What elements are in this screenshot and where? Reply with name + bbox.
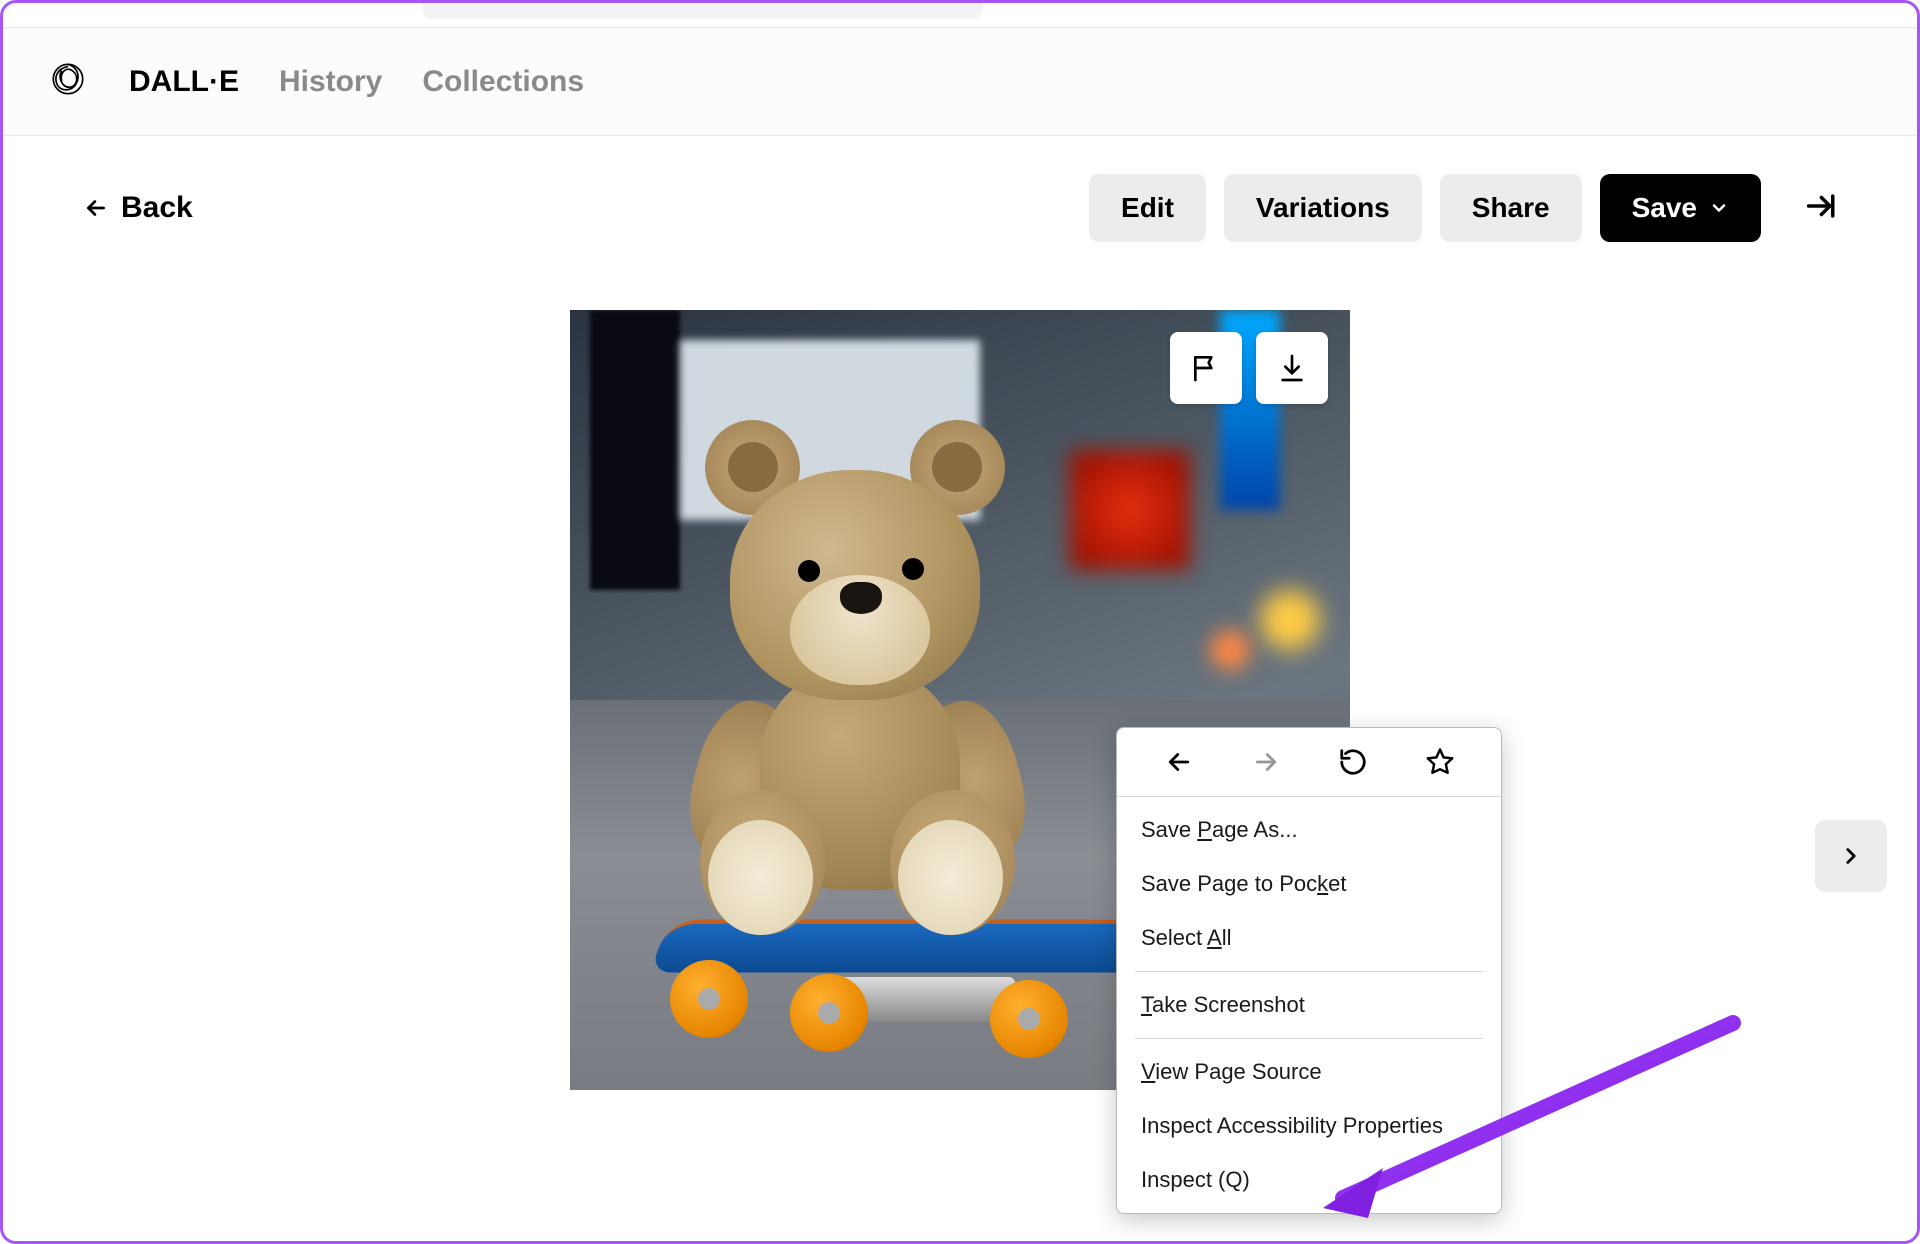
flag-button[interactable] bbox=[1170, 332, 1242, 404]
sub-header: Back Edit Variations Share Save bbox=[3, 136, 1917, 280]
content-area bbox=[3, 280, 1917, 1090]
ctx-save-to-pocket[interactable]: Save Page to Pocket bbox=[1117, 857, 1501, 911]
star-icon bbox=[1425, 747, 1455, 777]
nav-history[interactable]: History bbox=[279, 65, 382, 99]
url-bar-hint bbox=[423, 0, 983, 19]
variations-button[interactable]: Variations bbox=[1224, 174, 1422, 242]
ctx-save-page-as[interactable]: Save Page As... bbox=[1117, 803, 1501, 857]
chevron-right-icon bbox=[1838, 843, 1864, 869]
download-button[interactable] bbox=[1256, 332, 1328, 404]
context-menu: Save Page As... Save Page to Pocket Sele… bbox=[1116, 727, 1502, 1214]
flag-icon bbox=[1190, 352, 1222, 384]
top-nav: DALL·E History Collections bbox=[3, 28, 1917, 136]
collapse-right-icon bbox=[1803, 189, 1837, 223]
nav-collections[interactable]: Collections bbox=[422, 65, 584, 99]
image-overlay-actions bbox=[1170, 332, 1328, 404]
ctx-take-screenshot[interactable]: Take Screenshot bbox=[1117, 978, 1501, 1032]
arrow-right-icon bbox=[1251, 747, 1281, 777]
back-label: Back bbox=[121, 191, 193, 225]
ctx-inspect[interactable]: Inspect (Q) bbox=[1117, 1153, 1501, 1207]
next-image-button[interactable] bbox=[1815, 820, 1887, 892]
download-icon bbox=[1276, 352, 1308, 384]
edit-button[interactable]: Edit bbox=[1089, 174, 1206, 242]
reload-icon bbox=[1338, 747, 1368, 777]
ctx-bookmark-button[interactable] bbox=[1422, 744, 1458, 780]
back-button[interactable]: Back bbox=[83, 191, 193, 225]
save-button[interactable]: Save bbox=[1600, 174, 1761, 242]
ctx-inspect-accessibility[interactable]: Inspect Accessibility Properties bbox=[1117, 1099, 1501, 1153]
action-bar: Edit Variations Share Save bbox=[1089, 174, 1837, 242]
save-label: Save bbox=[1632, 192, 1697, 224]
ctx-forward-button[interactable] bbox=[1248, 744, 1284, 780]
ctx-select-all[interactable]: Select All bbox=[1117, 911, 1501, 965]
nav-dalle[interactable]: DALL·E bbox=[129, 65, 239, 99]
share-button[interactable]: Share bbox=[1440, 174, 1582, 242]
arrow-left-icon bbox=[1164, 747, 1194, 777]
ctx-reload-button[interactable] bbox=[1335, 744, 1371, 780]
ctx-view-page-source[interactable]: View Page Source bbox=[1117, 1045, 1501, 1099]
openai-logo-icon[interactable] bbox=[47, 58, 89, 105]
collapse-panel-button[interactable] bbox=[1803, 189, 1837, 228]
context-menu-nav bbox=[1117, 728, 1501, 797]
app-frame: DALL·E History Collections Back Edit Var… bbox=[0, 0, 1920, 1244]
ctx-back-button[interactable] bbox=[1161, 744, 1197, 780]
teddy-bear-illustration bbox=[630, 410, 1090, 950]
chevron-down-icon bbox=[1709, 198, 1729, 218]
arrow-left-icon bbox=[83, 195, 109, 221]
